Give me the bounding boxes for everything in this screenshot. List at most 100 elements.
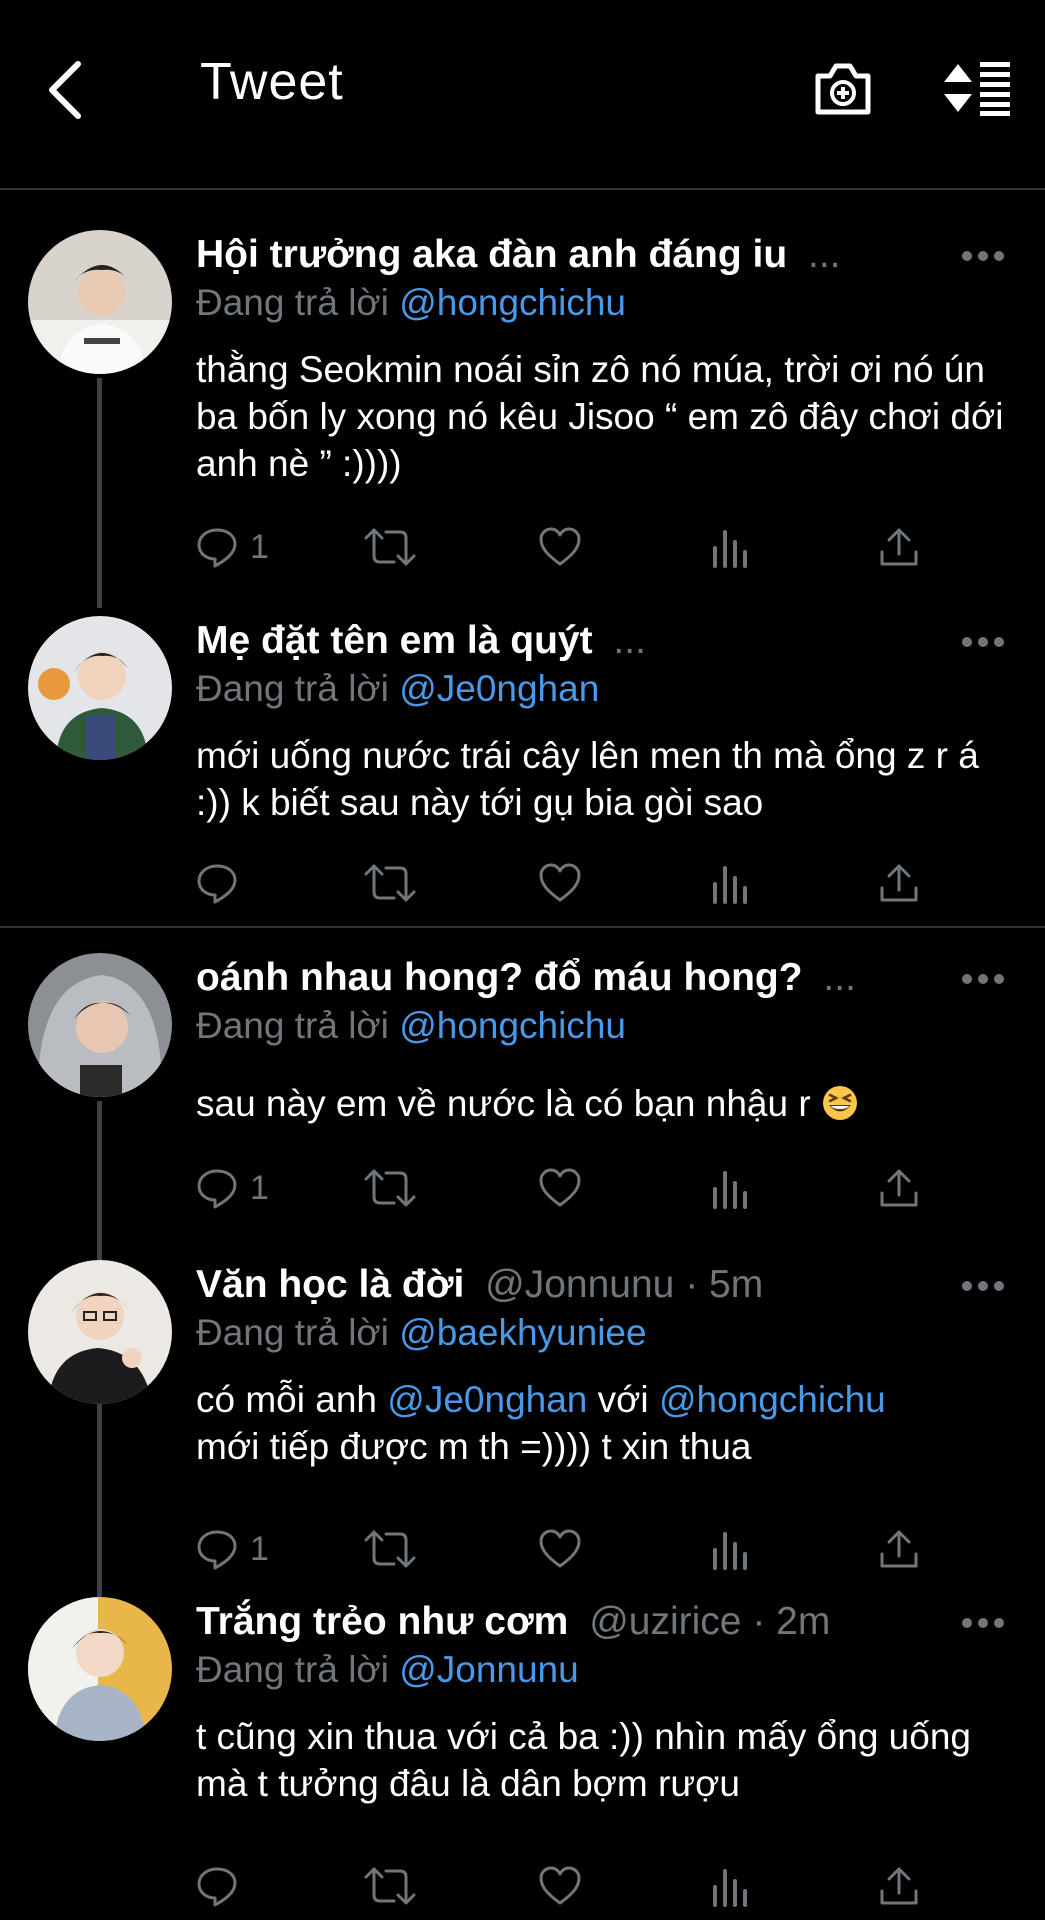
mention-link[interactable]: @Je0nghan — [387, 1379, 587, 1420]
page-title: Tweet — [200, 53, 344, 111]
display-name[interactable]: Trắng trẻo như cơm — [196, 1600, 568, 1643]
reply-count: 1 — [250, 1529, 269, 1568]
handle: ... — [808, 233, 841, 276]
share-button[interactable] — [878, 1163, 920, 1213]
retweet-icon — [364, 1167, 416, 1209]
retweet-button[interactable] — [364, 1163, 416, 1213]
views-button[interactable] — [710, 1163, 750, 1213]
handle: ... — [613, 619, 646, 662]
thread-line — [97, 378, 102, 608]
share-button[interactable] — [878, 1524, 920, 1574]
reply-icon — [196, 1528, 238, 1570]
more-dots-icon[interactable] — [961, 1279, 1005, 1293]
like-button[interactable] — [538, 1861, 582, 1911]
handle: @Jonnunu · 5m — [485, 1263, 764, 1306]
retweet-icon — [364, 526, 416, 568]
more-dots-icon[interactable] — [961, 635, 1005, 649]
retweet-button[interactable] — [364, 522, 416, 572]
reply-icon — [196, 526, 238, 568]
mention-link[interactable]: @hongchichu — [659, 1379, 886, 1420]
action-bar — [196, 858, 936, 908]
mention-link[interactable]: @Je0nghan — [399, 668, 599, 709]
avatar[interactable] — [28, 616, 172, 760]
display-name[interactable]: oánh nhau hong? đổ máu hong? — [196, 956, 803, 999]
like-button[interactable] — [538, 1163, 582, 1213]
camera-plus-icon[interactable] — [812, 58, 874, 120]
tweet[interactable]: Văn học là đời @Jonnunu · 5m Đang trả lờ… — [0, 1258, 1045, 1598]
reply-button[interactable]: 1 — [196, 1163, 269, 1213]
views-icon — [710, 526, 750, 568]
reply-button[interactable]: 1 — [196, 522, 269, 572]
replying-to-label: Đang trả lời — [196, 282, 389, 323]
share-icon — [878, 526, 920, 568]
like-icon — [538, 1528, 582, 1570]
avatar[interactable] — [28, 1260, 172, 1404]
share-button[interactable] — [878, 1861, 920, 1911]
tweet-text: mới uống nước trái cây lên men th mà ổng… — [196, 735, 979, 823]
avatar[interactable] — [28, 1597, 172, 1741]
like-button[interactable] — [538, 522, 582, 572]
views-button[interactable] — [710, 522, 750, 572]
like-icon — [538, 1167, 582, 1209]
like-icon — [538, 526, 582, 568]
grinning-squinting-face-icon — [821, 1084, 859, 1122]
avatar[interactable] — [28, 953, 172, 1097]
retweet-button[interactable] — [364, 858, 416, 908]
top-bar: Tweet — [0, 0, 1045, 190]
reply-icon — [196, 1167, 238, 1209]
retweet-icon — [364, 1528, 416, 1570]
action-bar: 1 — [196, 522, 936, 572]
handle: ... — [823, 956, 856, 999]
display-name[interactable]: Hội trưởng aka đàn anh đáng iu — [196, 233, 787, 276]
tweet-text-content: sau này em về nước là có bạn nhậu r — [196, 1083, 811, 1124]
display-name[interactable]: Văn học là đời — [196, 1263, 464, 1306]
retweet-icon — [364, 1865, 416, 1907]
mention-link[interactable]: @baekhyuniee — [399, 1312, 646, 1353]
share-icon — [878, 1167, 920, 1209]
like-button[interactable] — [538, 858, 582, 908]
like-icon — [538, 1865, 582, 1907]
reply-icon — [196, 1865, 238, 1907]
reply-button[interactable] — [196, 858, 250, 908]
views-button[interactable] — [710, 1861, 750, 1911]
tweet-text-part: với — [587, 1379, 659, 1420]
retweet-button[interactable] — [364, 1524, 416, 1574]
tweet-text: thằng Seokmin noái sỉn zô nó múa, trời ơ… — [196, 349, 1004, 484]
action-bar — [196, 1861, 936, 1911]
divider — [0, 926, 1045, 928]
views-button[interactable] — [710, 1524, 750, 1574]
tweet[interactable]: Mẹ đặt tên em là quýt ... Đang trả lời @… — [0, 614, 1045, 924]
like-icon — [538, 862, 582, 904]
replying-to-label: Đang trả lời — [196, 668, 389, 709]
tweet-text-part: mới tiếp được m th =)))) t xin thua — [196, 1426, 752, 1467]
tweet[interactable]: oánh nhau hong? đổ máu hong? ... Đang tr… — [0, 951, 1045, 1411]
views-button[interactable] — [710, 858, 750, 908]
mention-link[interactable]: @hongchichu — [399, 1005, 626, 1046]
action-bar: 1 — [196, 1524, 936, 1574]
views-icon — [710, 1528, 750, 1570]
reply-button[interactable] — [196, 1861, 250, 1911]
retweet-button[interactable] — [364, 1861, 416, 1911]
tweet-text: t cũng xin thua với cả ba :)) nhìn mấy ổ… — [196, 1716, 971, 1804]
handle: @uzirice · 2m — [589, 1600, 831, 1643]
display-name[interactable]: Mẹ đặt tên em là quýt — [196, 619, 593, 662]
share-button[interactable] — [878, 858, 920, 908]
mention-link[interactable]: @Jonnunu — [399, 1649, 579, 1690]
back-arrow-icon[interactable] — [40, 58, 96, 122]
views-icon — [710, 862, 750, 904]
reply-button[interactable]: 1 — [196, 1524, 269, 1574]
more-dots-icon[interactable] — [961, 972, 1005, 986]
more-dots-icon[interactable] — [961, 1616, 1005, 1630]
more-dots-icon[interactable] — [961, 249, 1005, 263]
tweet[interactable]: Hội trưởng aka đàn anh đáng iu ... Đang … — [0, 228, 1045, 608]
tweet[interactable]: Trắng trẻo như cơm @uzirice · 2m Đang tr… — [0, 1595, 1045, 1920]
replying-to-label: Đang trả lời — [196, 1312, 389, 1353]
tweet-text-part: có mỗi anh — [196, 1379, 388, 1420]
tweet-text: có mỗi anh @Je0nghan với @hongchichu mới … — [196, 1376, 1005, 1470]
avatar[interactable] — [28, 230, 172, 374]
share-button[interactable] — [878, 522, 920, 572]
sort-list-icon[interactable] — [940, 58, 1012, 118]
mention-link[interactable]: @hongchichu — [399, 282, 626, 323]
like-button[interactable] — [538, 1524, 582, 1574]
views-icon — [710, 1865, 750, 1907]
